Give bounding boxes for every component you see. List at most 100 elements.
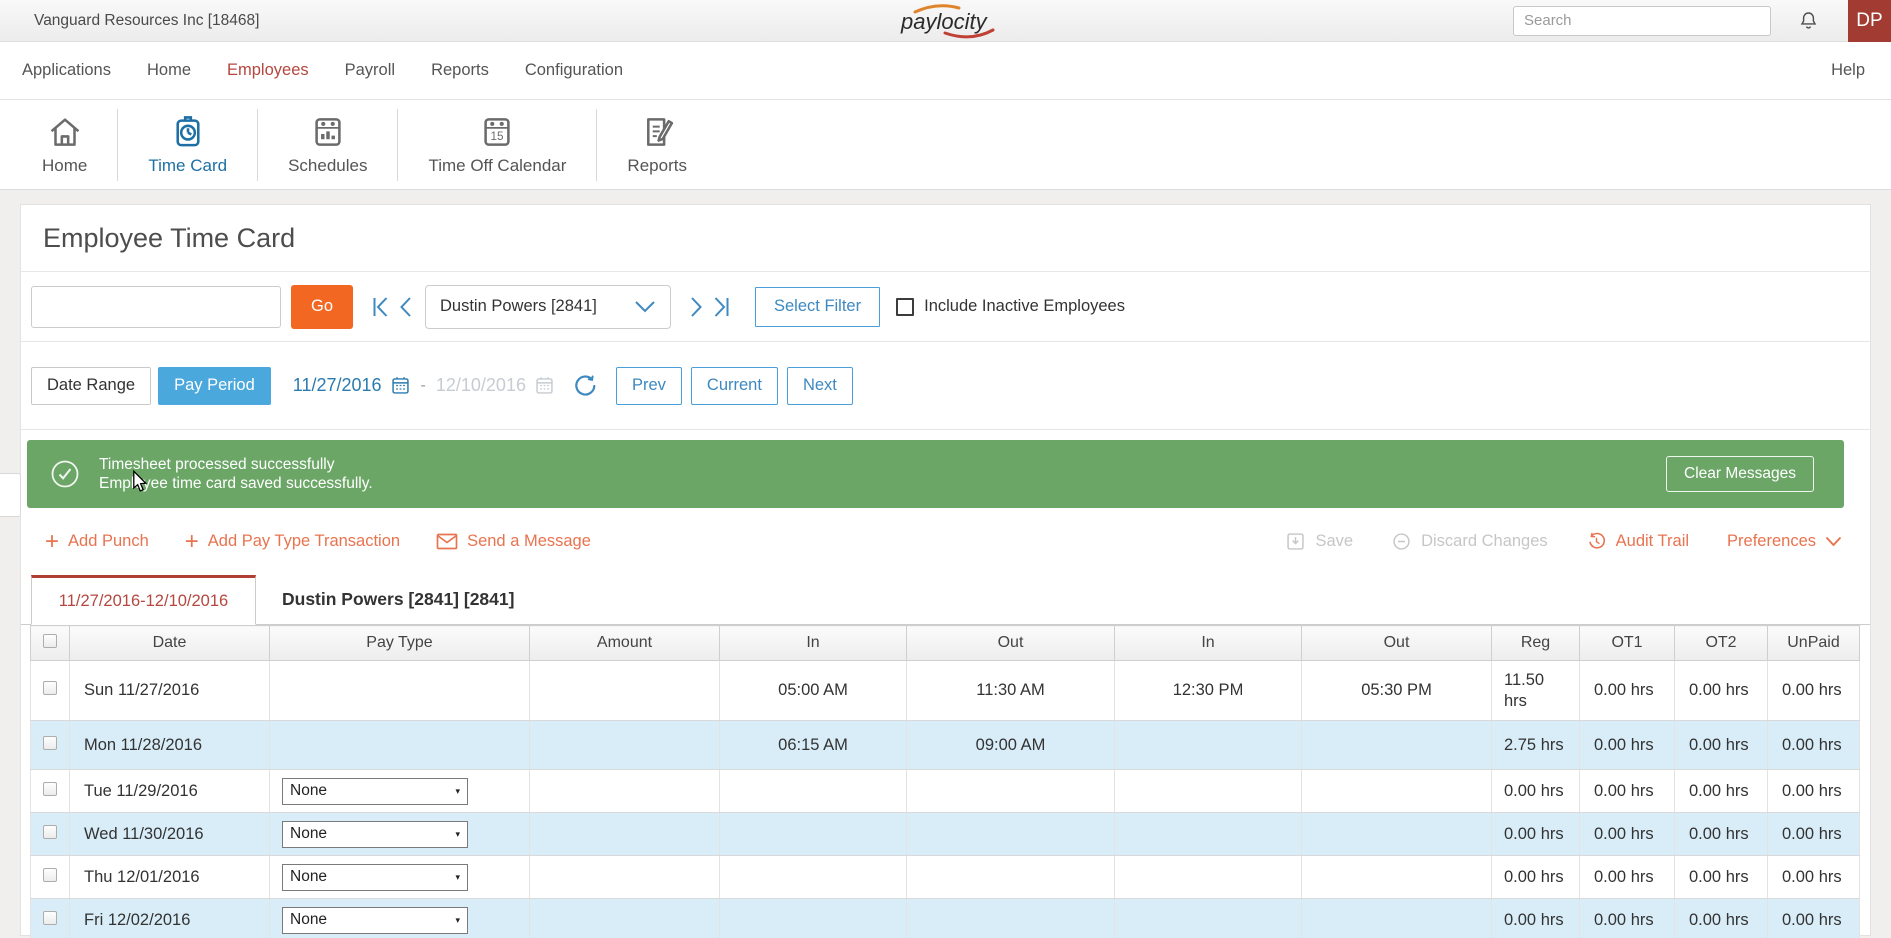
select-arrow-icon: ▾ <box>455 828 460 839</box>
col-header-pay-type: Pay Type <box>269 625 530 661</box>
first-employee-icon[interactable] <box>372 296 389 318</box>
row-checkbox[interactable] <box>43 910 57 925</box>
in-cell: 06:15 AM <box>719 720 907 770</box>
employee-search-input[interactable] <box>31 285 281 328</box>
tab-pay-period[interactable]: 11/27/2016-12/10/2016 <box>31 575 256 625</box>
col-header-out1: Out <box>906 625 1115 661</box>
nav-item-reports[interactable]: Reports <box>431 61 489 80</box>
ot2-cell: 0.00 hrs <box>1674 855 1768 899</box>
pay-type-select[interactable]: None ▾ <box>282 820 468 848</box>
date-cell: Wed 11/30/2016 <box>69 812 270 856</box>
user-avatar[interactable]: DP <box>1848 0 1891 42</box>
amount-cell <box>529 898 720 938</box>
pay-type-select[interactable]: None ▾ <box>282 906 468 934</box>
last-employee-icon[interactable] <box>713 296 730 318</box>
nav-item-home[interactable]: Home <box>147 61 191 80</box>
current-period-button[interactable]: Current <box>690 366 778 405</box>
select-all-checkbox[interactable] <box>43 633 57 648</box>
nav-item-configuration[interactable]: Configuration <box>525 61 623 80</box>
notifications-bell-icon[interactable] <box>1797 9 1820 32</box>
preferences-button[interactable]: Preferences <box>1727 532 1842 551</box>
in-cell: 12:30 PM <box>1114 660 1302 721</box>
col-header-ot2: OT2 <box>1674 625 1768 661</box>
ot1-cell: 0.00 hrs <box>1579 769 1675 813</box>
nav-item-payroll[interactable]: Payroll <box>345 61 395 80</box>
discard-changes-button[interactable]: Discard Changes <box>1391 531 1548 552</box>
refresh-icon[interactable] <box>573 374 597 398</box>
nav-item-help[interactable]: Help <box>1831 61 1865 80</box>
reports-icon <box>638 113 676 151</box>
in-cell <box>1114 898 1302 938</box>
toolbar-item-time-off-calendar[interactable]: 15 Time Off Calendar <box>398 113 596 176</box>
row-select-cell <box>30 898 70 938</box>
amount-cell <box>529 855 720 899</box>
col-header-amount: Amount <box>529 625 720 661</box>
unpaid-cell: 0.00 hrs <box>1767 660 1860 721</box>
row-checkbox[interactable] <box>43 681 57 695</box>
time-card-icon <box>169 113 207 151</box>
ot2-cell: 0.00 hrs <box>1674 660 1768 721</box>
tab-row: 11/27/2016-12/10/2016 Dustin Powers [284… <box>21 575 1870 625</box>
select-filter-button[interactable]: Select Filter <box>755 286 881 327</box>
amount-cell <box>529 720 720 770</box>
ot2-cell: 0.00 hrs <box>1674 720 1768 770</box>
col-header-out2: Out <box>1301 625 1492 661</box>
ot1-cell: 0.00 hrs <box>1579 898 1675 938</box>
row-checkbox[interactable] <box>43 735 57 750</box>
date-cell: Mon 11/28/2016 <box>69 720 270 770</box>
start-date[interactable]: 11/27/2016 <box>293 375 382 396</box>
in-cell <box>719 855 907 899</box>
employee-select[interactable]: Dustin Powers [2841] <box>425 284 671 329</box>
reg-cell: 0.00 hrs <box>1491 812 1580 856</box>
add-punch-button[interactable]: + Add Punch <box>45 527 149 555</box>
reg-cell: 2.75 hrs <box>1491 720 1580 770</box>
include-inactive-label: Include Inactive Employees <box>924 297 1125 315</box>
row-select-cell <box>30 660 70 721</box>
paylocity-logo: paylocity <box>885 1 1007 41</box>
global-search-input[interactable] <box>1513 5 1771 36</box>
previous-employee-icon[interactable] <box>399 296 412 318</box>
row-checkbox[interactable] <box>43 824 57 839</box>
pay-type-select[interactable]: None ▾ <box>282 777 468 805</box>
row-checkbox[interactable] <box>43 867 57 882</box>
out-cell <box>1301 898 1492 938</box>
add-pay-type-transaction-button[interactable]: + Add Pay Type Transaction <box>185 529 400 554</box>
col-header-reg: Reg <box>1491 625 1580 661</box>
pay-type-select[interactable]: None ▾ <box>282 863 468 891</box>
pay-type-cell <box>269 720 530 770</box>
prev-period-button[interactable]: Prev <box>615 366 682 405</box>
select-arrow-icon: ▾ <box>455 871 460 882</box>
go-button[interactable]: Go <box>291 284 353 329</box>
next-employee-icon[interactable] <box>690 296 703 318</box>
date-cell: Thu 12/01/2016 <box>69 855 270 899</box>
side-panel-handle[interactable] <box>0 473 21 517</box>
include-inactive-checkbox[interactable] <box>896 297 915 316</box>
plus-icon: + <box>45 527 60 555</box>
save-button[interactable]: Save <box>1285 531 1353 552</box>
row-select-cell <box>30 812 70 856</box>
toolbar-item-time-card[interactable]: Time Card <box>118 113 257 176</box>
send-a-message-button[interactable]: Send a Message <box>436 532 591 551</box>
out-cell <box>906 898 1115 938</box>
row-checkbox[interactable] <box>43 781 57 796</box>
employee-nav-row: Go Dustin Powers [2841] Select Filter In… <box>21 272 1870 342</box>
date-controls-row: Date Range Pay Period 11/27/2016 - 12/10… <box>21 342 1870 430</box>
pay-type-cell: None ▾ <box>269 898 530 938</box>
start-date-calendar-icon[interactable] <box>390 375 411 396</box>
timecard-row: Thu 12/01/2016 None ▾ 0.00 hrs 0.00 hrs 0.00 … <box>30 855 1860 899</box>
toolbar-item-home[interactable]: Home <box>12 113 117 176</box>
next-period-button[interactable]: Next <box>786 366 853 405</box>
toolbar-item-reports[interactable]: Reports <box>597 113 717 176</box>
ot1-cell: 0.00 hrs <box>1579 855 1675 899</box>
ot2-cell: 0.00 hrs <box>1674 812 1768 856</box>
pay-period-button[interactable]: Pay Period <box>158 366 271 405</box>
employee-time-card-panel: Employee Time Card Go Dustin Powers [284… <box>20 204 1871 938</box>
nav-item-applications[interactable]: Applications <box>22 61 111 80</box>
toolbar-item-schedules[interactable]: Schedules <box>258 113 397 176</box>
date-range-button[interactable]: Date Range <box>31 366 152 405</box>
out-cell <box>906 812 1115 856</box>
audit-trail-button[interactable]: Audit Trail <box>1586 531 1689 552</box>
nav-item-employees[interactable]: Employees <box>227 61 309 80</box>
clear-messages-button[interactable]: Clear Messages <box>1666 456 1814 492</box>
pay-type-cell: None ▾ <box>269 812 530 856</box>
